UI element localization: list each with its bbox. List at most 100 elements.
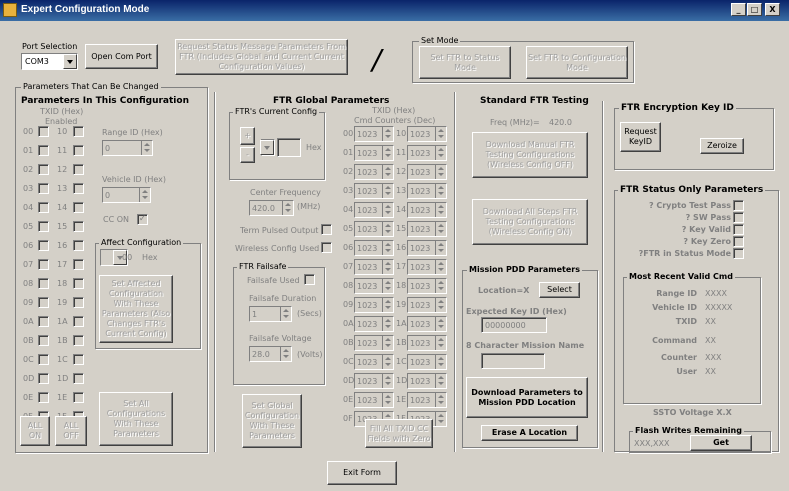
cmd-counter-spinner[interactable]: 1023 xyxy=(354,145,394,161)
spin-arrows-icon[interactable] xyxy=(435,279,446,293)
erase-location-button[interactable]: Erase A Location xyxy=(481,425,578,441)
exit-form-button[interactable]: Exit Form xyxy=(327,461,397,485)
spin-arrows-icon[interactable] xyxy=(282,201,293,215)
center-frequency-spinner[interactable]: 420.0 xyxy=(249,200,294,216)
cmd-counter-spinner[interactable]: 1023 xyxy=(354,183,394,199)
txid-enabled-checkbox[interactable] xyxy=(38,354,49,365)
txid-enabled-checkbox[interactable] xyxy=(38,373,49,384)
cmd-counter-spinner[interactable]: 1023 xyxy=(354,392,394,408)
term-pulsed-output-checkbox[interactable] xyxy=(321,224,332,235)
chevron-down-icon[interactable] xyxy=(260,140,274,155)
cmd-counter-spinner[interactable]: 1023 xyxy=(354,164,394,180)
cmd-counter-spinner[interactable]: 1023 xyxy=(407,335,447,351)
spin-arrows-icon[interactable] xyxy=(435,336,446,350)
txid-enabled-checkbox[interactable] xyxy=(38,335,49,346)
txid-enabled-checkbox[interactable] xyxy=(38,126,49,137)
download-manual-button[interactable]: Download Manual FTR Testing Configuratio… xyxy=(472,132,588,178)
txid-enabled-checkbox[interactable] xyxy=(73,145,84,156)
cmd-counter-spinner[interactable]: 1023 xyxy=(407,221,447,237)
cmd-counter-spinner[interactable]: 1023 xyxy=(407,354,447,370)
failsafe-used-checkbox[interactable] xyxy=(304,274,315,285)
spin-arrows-icon[interactable] xyxy=(382,241,393,255)
txid-enabled-checkbox[interactable] xyxy=(73,164,84,175)
spin-arrows-icon[interactable] xyxy=(435,355,446,369)
spin-arrows-icon[interactable] xyxy=(382,146,393,160)
txid-enabled-checkbox[interactable] xyxy=(38,259,49,270)
spin-arrows-icon[interactable] xyxy=(382,317,393,331)
minimize-button[interactable]: _ xyxy=(731,3,746,16)
cmd-counter-spinner[interactable]: 1023 xyxy=(407,278,447,294)
cmd-counter-spinner[interactable]: 1023 xyxy=(354,373,394,389)
cmd-counter-spinner[interactable]: 1023 xyxy=(354,354,394,370)
all-on-button[interactable]: ALL ON xyxy=(20,416,50,446)
spin-arrows-icon[interactable] xyxy=(382,355,393,369)
cmd-counter-spinner[interactable]: 1023 xyxy=(407,297,447,313)
txid-enabled-checkbox[interactable] xyxy=(38,202,49,213)
zeroize-button[interactable]: Zeroize xyxy=(700,138,744,154)
txid-enabled-checkbox[interactable] xyxy=(73,297,84,308)
get-flash-button[interactable]: Get xyxy=(690,435,752,451)
cmd-counter-spinner[interactable]: 1023 xyxy=(354,316,394,332)
txid-enabled-checkbox[interactable] xyxy=(38,164,49,175)
cmd-counter-spinner[interactable]: 1023 xyxy=(407,373,447,389)
mission-name-field[interactable] xyxy=(481,353,545,369)
spin-arrows-icon[interactable] xyxy=(382,336,393,350)
set-all-configurations-button[interactable]: Set All Configurations With These Parame… xyxy=(99,392,173,446)
spin-arrows-icon[interactable] xyxy=(382,184,393,198)
spin-arrows-icon[interactable] xyxy=(382,393,393,407)
txid-enabled-checkbox[interactable] xyxy=(38,221,49,232)
vehicle-id-spinner[interactable]: 0 xyxy=(102,187,151,203)
chevron-down-icon[interactable] xyxy=(63,54,77,69)
spin-arrows-icon[interactable] xyxy=(382,260,393,274)
txid-enabled-checkbox[interactable] xyxy=(73,202,84,213)
cmd-counter-spinner[interactable]: 1023 xyxy=(407,392,447,408)
txid-enabled-checkbox[interactable] xyxy=(38,145,49,156)
config-select[interactable] xyxy=(260,139,275,156)
txid-enabled-checkbox[interactable] xyxy=(73,392,84,403)
txid-enabled-checkbox[interactable] xyxy=(73,221,84,232)
cmd-counter-spinner[interactable]: 1023 xyxy=(354,297,394,313)
cmd-counter-spinner[interactable]: 1023 xyxy=(354,126,394,142)
cmd-counter-spinner[interactable]: 1023 xyxy=(407,183,447,199)
txid-enabled-checkbox[interactable] xyxy=(38,316,49,327)
spin-arrows-icon[interactable] xyxy=(139,188,150,202)
fill-zero-button[interactable]: Fill All TXID CC Fields with Zero xyxy=(365,419,433,448)
select-location-button[interactable]: Select xyxy=(539,282,580,298)
txid-enabled-checkbox[interactable] xyxy=(38,183,49,194)
spin-arrows-icon[interactable] xyxy=(280,347,291,361)
spin-arrows-icon[interactable] xyxy=(382,279,393,293)
txid-enabled-checkbox[interactable] xyxy=(38,297,49,308)
set-affected-config-button[interactable]: Set Affected Configuration With These Pa… xyxy=(99,275,173,343)
spin-arrows-icon[interactable] xyxy=(382,203,393,217)
close-button[interactable]: X xyxy=(765,3,780,16)
spin-arrows-icon[interactable] xyxy=(435,146,446,160)
spin-arrows-icon[interactable] xyxy=(382,222,393,236)
spin-arrows-icon[interactable] xyxy=(435,298,446,312)
spin-arrows-icon[interactable] xyxy=(435,241,446,255)
spin-arrows-icon[interactable] xyxy=(435,317,446,331)
cc-on-checkbox[interactable]: ✓ xyxy=(137,214,148,225)
txid-enabled-checkbox[interactable] xyxy=(73,335,84,346)
cmd-counter-spinner[interactable]: 1023 xyxy=(354,221,394,237)
download-all-steps-button[interactable]: Download All Steps FTR Testing Configura… xyxy=(472,199,588,245)
set-global-config-button[interactable]: Set Global Configuration With These Para… xyxy=(242,394,302,448)
cmd-counter-spinner[interactable]: 1023 xyxy=(407,240,447,256)
cmd-counter-spinner[interactable]: 1023 xyxy=(407,145,447,161)
cmd-counter-spinner[interactable]: 1023 xyxy=(407,316,447,332)
cmd-counter-spinner[interactable]: 1023 xyxy=(354,335,394,351)
set-config-mode-button[interactable]: Set FTR to Configuration Mode xyxy=(526,46,628,79)
txid-enabled-checkbox[interactable] xyxy=(73,240,84,251)
cmd-counter-spinner[interactable]: 1023 xyxy=(407,126,447,142)
set-status-mode-button[interactable]: Set FTR to Status Mode xyxy=(419,46,511,79)
cmd-counter-spinner[interactable]: 1023 xyxy=(354,259,394,275)
download-mission-pdd-button[interactable]: Download Parameters to Mission PDD Locat… xyxy=(466,377,588,418)
txid-enabled-checkbox[interactable] xyxy=(38,240,49,251)
config-hex-field[interactable] xyxy=(277,138,301,157)
all-off-button[interactable]: ALL OFF xyxy=(55,416,87,446)
open-com-port-button[interactable]: Open Com Port xyxy=(85,44,158,69)
config-plus-button[interactable]: + xyxy=(240,127,255,145)
txid-enabled-checkbox[interactable] xyxy=(73,126,84,137)
txid-enabled-checkbox[interactable] xyxy=(73,316,84,327)
request-status-button[interactable]: Request Status Message Parameters From F… xyxy=(175,39,348,75)
txid-enabled-checkbox[interactable] xyxy=(73,278,84,289)
